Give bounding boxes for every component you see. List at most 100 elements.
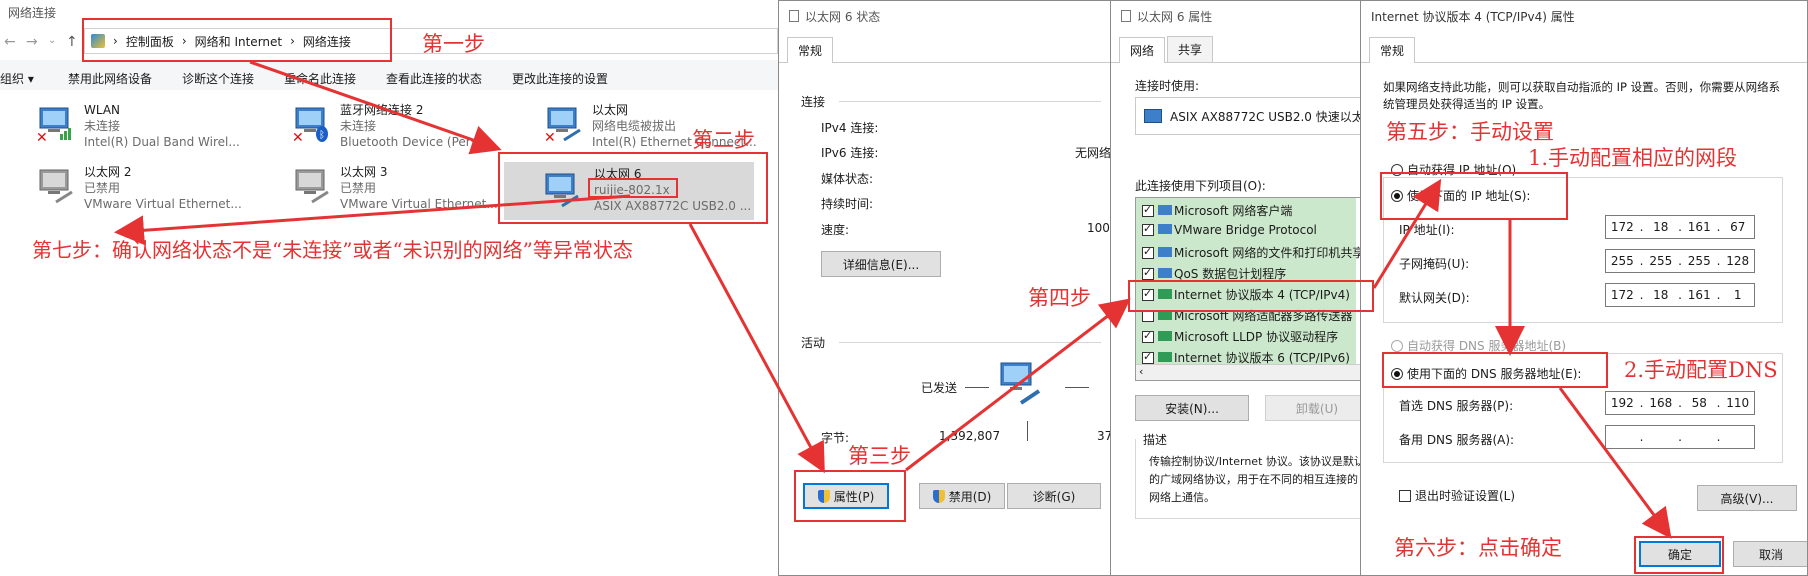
diagnose-button[interactable]: 诊断(G)	[1007, 483, 1101, 509]
toolbar-view-status[interactable]: 查看此连接的状态	[386, 70, 482, 87]
annotation-step5b: 2.手动配置DNS	[1624, 358, 1778, 382]
annotation-step3: 第三步	[848, 444, 911, 468]
toolbar-change-settings[interactable]: 更改此连接的设置	[512, 70, 608, 87]
ipv6-label: IPv6 连接:	[821, 146, 879, 160]
explorer-window: 网络连接 ← → ⌄ ↑ › 控制面板 › 网络和 Internet › 网络连…	[0, 0, 778, 576]
gateway-label: 默认网关(D):	[1399, 291, 1470, 305]
item-checkbox[interactable]	[1142, 203, 1154, 217]
cancel-button[interactable]: 取消	[1733, 541, 1807, 567]
list-item[interactable]: VMware Bridge Protocol	[1142, 222, 1317, 237]
validate-label: 退出时验证设置(L)	[1415, 489, 1516, 503]
details-button[interactable]: 详细信息(E)...	[821, 251, 941, 277]
item-checkbox[interactable]	[1142, 329, 1154, 343]
tab-general[interactable]: 常规	[787, 37, 834, 63]
network-adapter-icon	[1144, 109, 1162, 123]
history-chevron-icon[interactable]: ⌄	[48, 35, 56, 46]
item-checkbox[interactable]	[1142, 245, 1154, 259]
advanced-button[interactable]: 高级(V)...	[1697, 485, 1797, 511]
client-icon	[1158, 205, 1172, 215]
scroll-left-icon[interactable]: ‹	[1139, 365, 1143, 378]
adapter-wlan[interactable]: ✕ WLAN 未连接 Intel(R) Dual Band Wirel...	[34, 102, 274, 149]
adapter-ethernet-3[interactable]: 以太网 3 已禁用 VMware Virtual Ethernet...	[290, 164, 530, 211]
adapter-field: ASIX AX88772C USB2.0 快速以太	[1135, 97, 1367, 135]
adapter-device: Bluetooth Device (Perso...	[340, 135, 496, 149]
adapter-name: 蓝牙网络连接 2	[340, 103, 424, 117]
annotation-box-ruijie-status	[588, 178, 678, 198]
ethernet-adapter-icon	[39, 169, 73, 204]
validate-checkbox[interactable]	[1399, 490, 1411, 502]
network-icon	[1121, 10, 1131, 22]
adapter-name: 以太网	[592, 103, 629, 117]
explorer-title: 网络连接	[8, 6, 57, 20]
list-item[interactable]: Microsoft 网络的文件和打印机共享	[1142, 244, 1364, 261]
alternate-dns-field[interactable]: ...	[1605, 425, 1755, 449]
forward-arrow-icon[interactable]: →	[26, 34, 38, 50]
speed-label: 速度:	[821, 223, 850, 237]
auto-dns-label: 自动获得 DNS 服务器地址(B)	[1407, 339, 1567, 353]
activity-group-label: 活动	[801, 336, 826, 350]
tab-general[interactable]: 常规	[1369, 37, 1416, 63]
toolbar-diagnose[interactable]: 诊断这个连接	[182, 70, 254, 87]
list-item[interactable]: Microsoft 网络客户端	[1142, 202, 1292, 219]
duration-label: 持续时间:	[821, 197, 874, 211]
annotation-step5a: 1.手动配置相应的网段	[1528, 146, 1738, 170]
wireless-adapter-icon: ✕	[36, 107, 71, 142]
ipv4-label: IPv4 连接:	[821, 121, 879, 135]
media-state-label: 媒体状态:	[821, 172, 874, 186]
disable-button-label: 禁用(D)	[948, 489, 992, 504]
toolbar-organize[interactable]: 组织 ▾	[0, 70, 34, 87]
svg-text:✕: ✕	[292, 130, 304, 142]
uac-shield-icon	[932, 489, 945, 503]
gateway-field[interactable]: 172. 18. 161. 1	[1605, 283, 1755, 307]
horizontal-scrollbar[interactable]: ‹	[1136, 364, 1367, 380]
up-arrow-icon[interactable]: ↑	[66, 34, 78, 50]
annotation-box-properties-button	[794, 470, 906, 522]
adapter-name: 以太网 2	[84, 165, 132, 179]
protocol-icon	[1158, 331, 1172, 341]
connect-using-label: 连接时使用:	[1135, 79, 1200, 93]
service-icon	[1158, 268, 1172, 278]
status-dialog-title: 以太网 6 状态	[805, 9, 881, 24]
back-arrow-icon[interactable]: ←	[4, 34, 16, 50]
sent-label: 已发送	[921, 381, 958, 395]
activity-network-icon	[1000, 362, 1041, 405]
adapter-bluetooth[interactable]: ✕ ᛒ 蓝牙网络连接 2 未连接 Bluetooth Device (Perso..…	[290, 102, 530, 149]
disable-button[interactable]: 禁用(D)	[919, 483, 1005, 509]
toolbar-disable-device[interactable]: 禁用此网络设备	[68, 70, 152, 87]
adapter-status: 未连接	[340, 119, 377, 133]
adapter-name: WLAN	[84, 103, 121, 117]
subnet-mask-label: 子网掩码(U):	[1399, 257, 1470, 271]
annotation-step7: 第七步：确认网络状态不是“未连接”或者“未识别的网络”等异常状态	[32, 238, 633, 262]
items-label: 此连接使用下列项目(O):	[1135, 179, 1266, 193]
adapter-ethernet-2[interactable]: 以太网 2 已禁用 VMware Virtual Ethernet...	[34, 164, 274, 211]
validate-on-exit-option[interactable]: 退出时验证设置(L)	[1399, 487, 1515, 504]
item-checkbox[interactable]	[1142, 266, 1154, 280]
protocol-icon	[1158, 224, 1172, 234]
ipv6-value: 无网络	[1075, 146, 1112, 160]
svg-text:✕: ✕	[544, 130, 556, 142]
ipv4-dialog: Internet 协议版本 4 (TCP/IPv4) 属性 常规 如果网络支持此…	[1360, 0, 1808, 576]
ip-address-field[interactable]: 172. 18. 161. 67	[1605, 215, 1755, 239]
adapter-device: Intel(R) Dual Band Wirel...	[84, 135, 240, 149]
adapter-device: VMware Virtual Ethernet...	[84, 197, 242, 211]
list-item[interactable]: Microsoft LLDP 协议驱动程序	[1142, 328, 1338, 345]
toolbar-rename[interactable]: 重命名此连接	[284, 70, 356, 87]
ipv4-dialog-title: Internet 协议版本 4 (TCP/IPv4) 属性	[1371, 9, 1575, 24]
protocol-icon	[1158, 352, 1172, 362]
speed-value: 100	[1087, 221, 1110, 235]
adapter-status: 已禁用	[340, 181, 377, 195]
annotation-box-ok-button	[1634, 536, 1724, 574]
auto-dns-radio[interactable]	[1391, 340, 1403, 352]
tab-sharing[interactable]: 共享	[1167, 36, 1214, 62]
preferred-dns-field[interactable]: 192. 168. 58. 110	[1605, 391, 1755, 415]
adapter-name: 以太网 3	[340, 165, 388, 179]
tab-network[interactable]: 网络	[1119, 37, 1166, 63]
ethernet-adapter-icon: ✕	[544, 107, 581, 142]
item-checkbox[interactable]	[1142, 350, 1154, 364]
item-checkbox[interactable]	[1142, 222, 1154, 236]
ip-address-label: IP 地址(I):	[1399, 223, 1455, 237]
subnet-mask-field[interactable]: 255. 255. 255. 128	[1605, 249, 1755, 273]
uninstall-button[interactable]: 卸载(U)	[1265, 395, 1367, 421]
annotation-step4: 第四步	[1028, 286, 1091, 310]
install-button[interactable]: 安装(N)...	[1135, 395, 1249, 421]
